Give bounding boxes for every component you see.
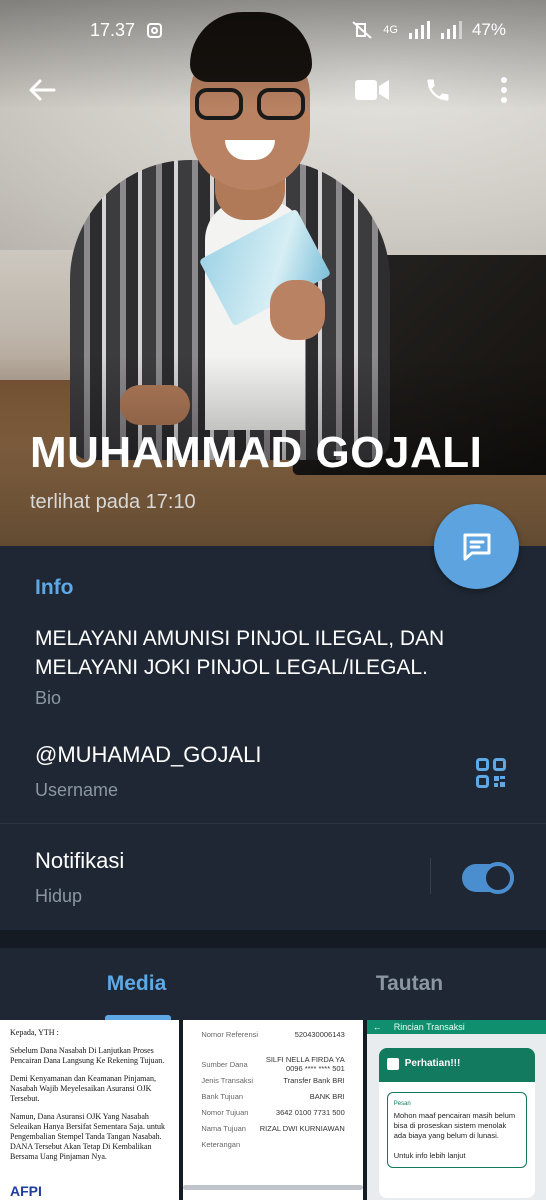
toolbar: [0, 62, 546, 118]
notifications-state: Hidup: [35, 886, 83, 906]
info-panel: Info MELAYANI AMUNISI PINJOL ILEGAL, DAN…: [0, 546, 546, 930]
receipt-row: Nomor Tujuan 3642 0100 7731 500: [201, 1107, 345, 1117]
media-thumbnail-receipt[interactable]: Nomor Referensi 520430006143 Sumber Dana S…: [183, 1020, 363, 1200]
bio-text[interactable]: MELAYANI AMUNISI PINJOL ILEGAL, DAN MELA…: [35, 624, 505, 682]
arrow-left-icon: [29, 79, 56, 101]
profile-name: MUHAMMAD GOJALI: [30, 428, 483, 477]
instagram-notification-icon: [147, 22, 163, 38]
video-camera-icon: [355, 80, 389, 100]
username-label: Username: [35, 780, 119, 800]
screenshot-card: Perhatian!!! Pesan Mohon maaf pencairan …: [378, 1048, 535, 1198]
media-thumbnail-app-screenshot[interactable]: ← Rincian Transaksi Perhatian!!! Pesan Mo…: [366, 1020, 546, 1200]
doc-text: Demi Kenyamanan dan Keamanan Pinjaman, N…: [10, 1074, 156, 1103]
info-section-title: Info: [35, 576, 74, 599]
battery-level: 47%: [471, 20, 506, 39]
screenshot-notice: Pesan Mohon maaf pencairan masih belum b…: [386, 1092, 527, 1168]
receipt-row: Bank Tujuan BANK BRI: [201, 1091, 345, 1101]
receipt-row: Sumber Dana SILFI NELLA FIRDA YA 0096 ***…: [201, 1055, 345, 1073]
screenshot-topbar: ← Rincian Transaksi: [366, 1020, 546, 1034]
username-value[interactable]: @MUHAMAD_GOJALI: [35, 742, 261, 768]
status-time: 17.37: [90, 19, 136, 40]
vertical-divider: [430, 858, 431, 894]
receipt-row: Jenis Transaksi Transfer Bank BRI: [201, 1075, 345, 1085]
divider: [0, 823, 546, 824]
more-vertical-icon: [501, 77, 507, 103]
receipt-row: Nama Tujuan RIZAL DWI KURNIAWAN: [201, 1123, 345, 1133]
video-call-button[interactable]: [350, 68, 394, 112]
screenshot-card-title: Perhatian!!!: [378, 1048, 535, 1082]
receipt-row: Keterangan: [201, 1139, 241, 1149]
media-grid: Kepada, YTH : Sebelum Dana Nasabah Di La…: [0, 1020, 546, 1200]
back-button[interactable]: [20, 68, 64, 112]
voice-call-button[interactable]: [416, 68, 460, 112]
more-options-button[interactable]: [482, 68, 526, 112]
profile-header: 17.37 4G 47% MUHAMMAD GOJALI terlihat pa…: [0, 0, 546, 546]
status-bar: 17.37 4G 47%: [0, 0, 546, 60]
qr-code-button[interactable]: [476, 758, 506, 788]
signal-icon: [408, 21, 430, 39]
toggle-knob: [482, 862, 514, 894]
media-tabs: Media Tautan: [0, 948, 546, 1020]
doc-logo: AFPI: [10, 1183, 42, 1199]
gesture-nav-bar[interactable]: [183, 1185, 363, 1190]
message-button[interactable]: [434, 504, 519, 589]
receipt-row: Nomor Referensi 520430006143: [201, 1029, 345, 1039]
tab-media[interactable]: Media: [0, 948, 273, 1020]
doc-text: Sebelum Dana Nasabah Di Lanjutkan Proses…: [10, 1046, 165, 1065]
doc-text: Kepada, YTH :: [10, 1028, 59, 1037]
notifications-toggle[interactable]: [462, 862, 514, 894]
media-thumbnail-letter[interactable]: Kepada, YTH : Sebelum Dana Nasabah Di La…: [0, 1020, 180, 1200]
bio-label: Bio: [35, 688, 62, 708]
last-seen-status: terlihat pada 17:10: [30, 491, 196, 513]
doc-text: Namun, Dana Asuransi OJK Yang Nasabah Se…: [10, 1112, 166, 1161]
qr-code-icon: [476, 758, 506, 788]
notifications-title[interactable]: Notifikasi: [35, 848, 124, 874]
tab-links[interactable]: Tautan: [273, 948, 546, 1020]
phone-icon: [427, 79, 449, 101]
section-gap: [0, 930, 546, 948]
signal-icon-2: [440, 21, 462, 39]
mute-vibrate-icon: [352, 21, 372, 39]
network-type: 4G: [383, 24, 398, 36]
chat-bubble-icon: [463, 533, 490, 560]
